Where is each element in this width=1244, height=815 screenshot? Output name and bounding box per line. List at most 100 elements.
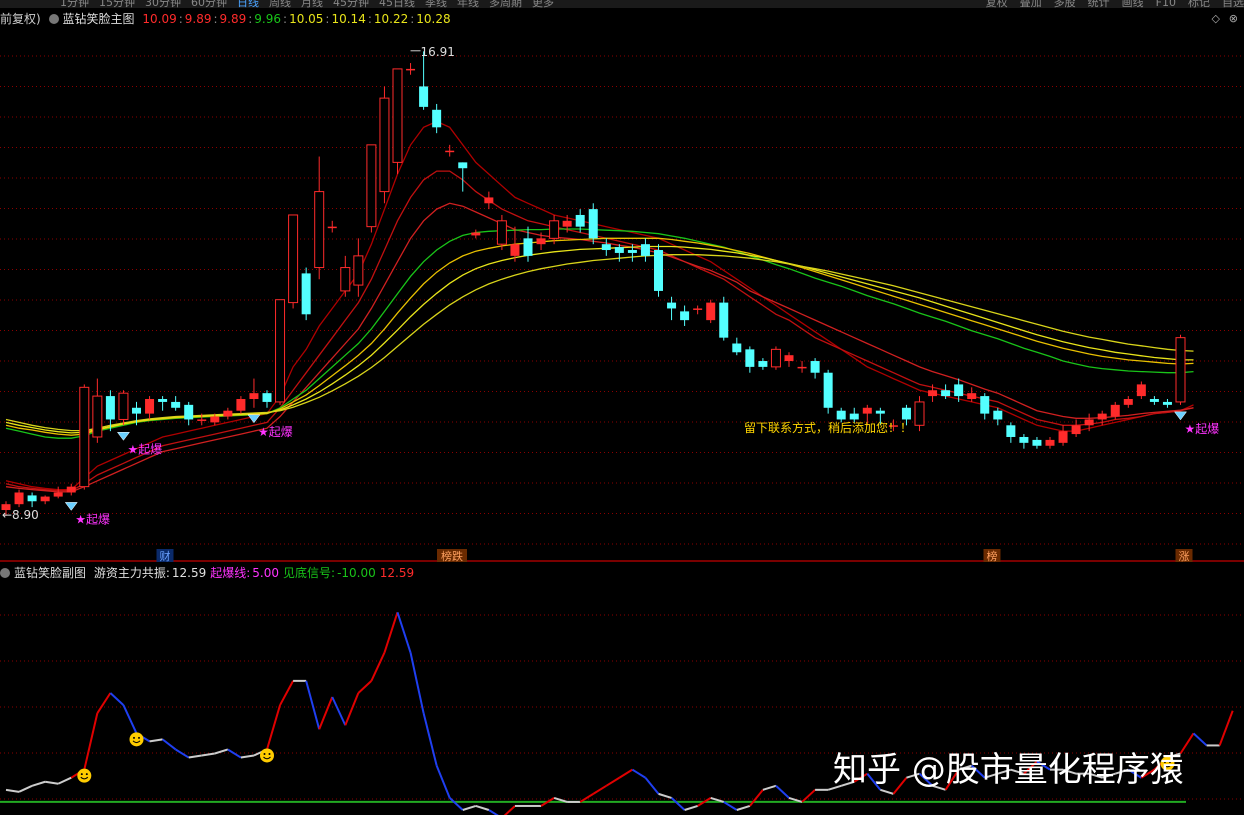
smiley-icon	[77, 768, 92, 783]
candle-body	[1149, 399, 1159, 402]
low-price-label: ←8.90	[2, 508, 39, 522]
indicator-segment	[109, 692, 125, 706]
candle-body	[693, 308, 703, 310]
indicator-segment	[605, 776, 620, 787]
candle-body	[1123, 399, 1133, 405]
ma-line	[5, 245, 1194, 434]
candle-body	[575, 214, 585, 227]
indicator-segment	[801, 789, 816, 803]
candle-body	[471, 232, 481, 236]
diamond-icon	[116, 432, 130, 441]
event-tag: 涨	[1179, 550, 1190, 563]
collapse-icon[interactable]	[0, 568, 10, 578]
indicator-segment	[357, 680, 373, 694]
candle-body	[510, 244, 520, 256]
candle-body	[1058, 431, 1068, 443]
candle-body	[680, 311, 690, 321]
event-tag: 财	[160, 549, 171, 563]
candle-body	[27, 495, 37, 502]
candle-body	[301, 273, 311, 315]
indicator-segment	[188, 754, 202, 759]
smiley-icon	[129, 732, 144, 747]
candle-body	[458, 162, 468, 169]
indicator-segment	[370, 652, 386, 682]
sub-chart-header: 蓝钻笑脸副图 游资主力共振: 12.59 起爆线: 5.00 见底信号: -10.00 12…	[0, 564, 422, 580]
candle-body	[614, 247, 624, 253]
candle-body	[158, 399, 168, 402]
indicator-segment	[240, 754, 255, 759]
candle-body	[132, 407, 141, 414]
indicator-segment	[122, 704, 138, 734]
high-price-label: 16.91	[421, 45, 455, 59]
signal-label: ★起爆	[1185, 422, 1220, 436]
watermark: 知乎 @股市量化程序猿	[833, 750, 1184, 790]
indicator-segment	[318, 696, 334, 730]
event-tag: 榜	[987, 549, 998, 563]
sub-values: 游资主力共振: 12.59 起爆线: 5.00 见底信号: -10.00 12.59	[94, 566, 418, 580]
indicator-segment	[44, 780, 59, 785]
candle-body	[314, 191, 325, 269]
smiley-eye	[138, 736, 140, 739]
main-gridlines	[0, 55, 1244, 800]
candle-body	[549, 220, 560, 239]
candle-body	[562, 220, 572, 227]
candle-body	[66, 486, 76, 493]
candle-body	[640, 244, 650, 256]
indicator-segment	[736, 805, 751, 811]
smiley-eye	[263, 752, 266, 755]
candle-body	[118, 392, 129, 420]
candle-body	[171, 401, 181, 408]
indicator-segment	[1192, 732, 1208, 747]
candle-body	[875, 410, 885, 414]
indicator-segment	[344, 692, 360, 726]
smiley-eye	[133, 736, 135, 739]
candle-body	[105, 396, 115, 420]
indicator-segment	[631, 768, 646, 779]
indicator-segment	[227, 748, 242, 759]
indicator-segment	[305, 680, 321, 730]
candle-body	[406, 68, 416, 71]
signal-label: ★起爆	[75, 512, 110, 526]
indicator-segment	[670, 797, 686, 811]
indicator-segment	[503, 805, 516, 815]
indicator-segment	[684, 805, 698, 811]
indicator-segment	[57, 776, 72, 785]
candle-body	[1032, 439, 1042, 446]
ma-line	[5, 254, 1194, 432]
diamond-icon	[1174, 411, 1187, 421]
candle-body	[275, 299, 286, 403]
indicator-segment	[449, 797, 464, 811]
candle-body	[262, 393, 272, 402]
indicator-segment	[279, 680, 294, 706]
candle-body	[92, 395, 103, 438]
indicator-segment	[331, 696, 347, 726]
candle-body	[849, 413, 859, 420]
candle-body	[928, 390, 938, 397]
candle-body	[340, 267, 351, 292]
signal-label: ★起爆	[127, 442, 162, 456]
indicator-segment	[161, 738, 177, 751]
candle-body	[366, 144, 377, 228]
indicator-segment	[18, 784, 33, 793]
candle-body	[249, 393, 259, 400]
indicator-segment	[149, 738, 163, 743]
price-chart[interactable]: ★起爆 ★起爆 ★起爆 ★起爆 16.91 ←8.90 留下联系方式，稍后添加您！！ 财 榜…	[0, 0, 1244, 815]
candle-body	[719, 302, 729, 338]
candle-body	[601, 244, 611, 251]
candle-body	[392, 68, 403, 163]
sub-label: 游资主力共振:	[93, 566, 170, 580]
candle-body	[836, 410, 846, 420]
indicator-segment	[422, 712, 438, 766]
candle-body	[862, 407, 872, 414]
sub-label: 起爆线:	[210, 566, 251, 580]
sub-value: 12.59	[171, 566, 207, 580]
candle-body	[980, 396, 990, 414]
candle-body	[784, 355, 794, 362]
candle-body	[901, 407, 911, 420]
indicator-segment	[175, 748, 190, 759]
sub-indicator-name[interactable]: 蓝钻笑脸副图	[14, 566, 86, 580]
indicator-segment	[775, 785, 790, 799]
smiley-eye	[85, 773, 88, 776]
candle-body	[732, 343, 742, 353]
candle-body	[1097, 413, 1107, 420]
